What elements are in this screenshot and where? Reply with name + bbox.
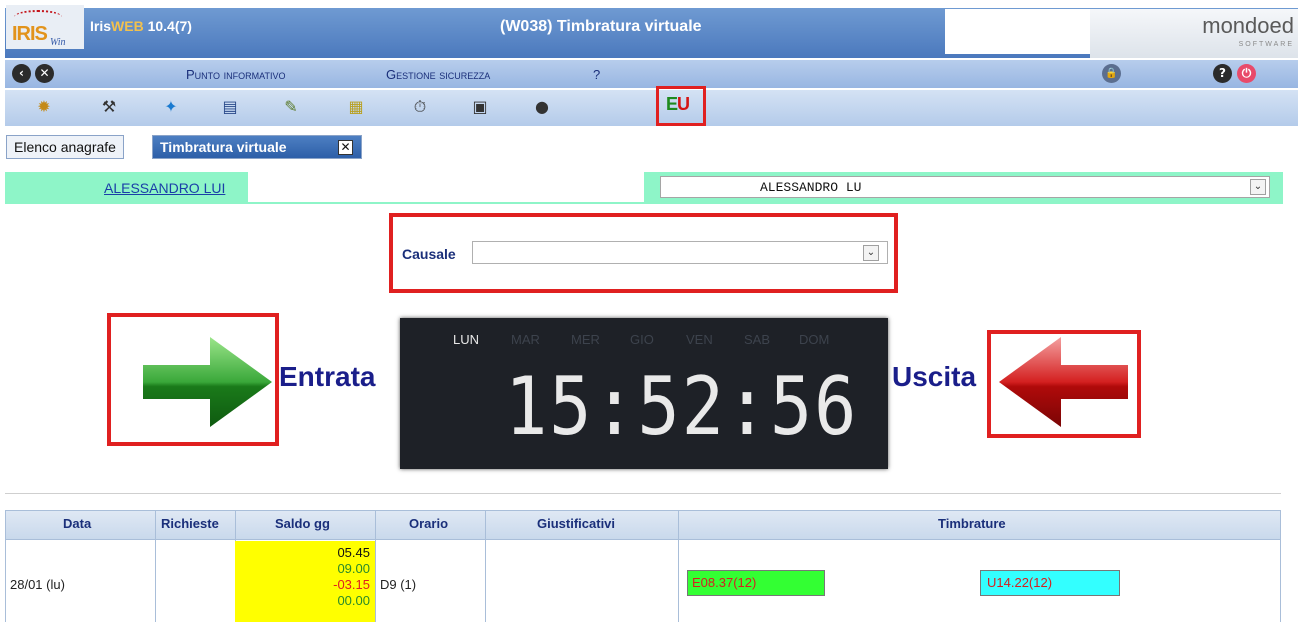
column-header-timbrature[interactable]: Timbrature: [938, 516, 1006, 531]
power-icon[interactable]: ⏻: [1237, 64, 1256, 83]
causale-select[interactable]: [472, 241, 888, 264]
menu-gestione-sicurezza[interactable]: Gestione sicurezza: [386, 67, 490, 82]
cell-data: 28/01 (lu): [10, 577, 65, 592]
menu-punto-informativo[interactable]: Punto informativo: [186, 67, 285, 82]
chevron-down-icon[interactable]: ⌄: [863, 245, 879, 261]
column-divider: [375, 510, 376, 622]
tab-close-icon[interactable]: ✕: [338, 140, 353, 155]
stopwatch-icon[interactable]: ⏱: [410, 97, 430, 117]
employee-name-link[interactable]: ALESSANDRO LUI: [104, 180, 225, 196]
person-icon[interactable]: ●: [532, 97, 552, 117]
chevron-down-icon[interactable]: ⌄: [1250, 179, 1266, 195]
app-version: 10.4(7): [147, 18, 192, 34]
close-circle-icon[interactable]: ✕: [35, 64, 54, 83]
tab-timbratura-virtuale[interactable]: Timbratura virtuale: [152, 135, 362, 159]
users-tools-icon[interactable]: ⚒: [99, 97, 119, 117]
app-name-web: WEB: [111, 18, 144, 34]
uscita-arrow-icon[interactable]: [996, 335, 1131, 430]
lock-icon[interactable]: 🔒: [1102, 64, 1121, 83]
clock-time: 15:52:56: [505, 360, 859, 453]
iris-logo-arc: [14, 10, 62, 24]
entrata-arrow-icon[interactable]: [140, 335, 275, 430]
iris-logo-subtext: Win: [50, 37, 66, 48]
document-check-icon[interactable]: ✎: [281, 97, 301, 117]
saldo-value: 05.45: [337, 545, 370, 560]
running-person-icon[interactable]: ✦: [161, 97, 181, 117]
window-title: (W038) Timbratura virtuale: [500, 18, 702, 35]
column-divider: [1280, 510, 1281, 622]
saldo-value: -03.15: [333, 577, 370, 592]
app-name-prefix: Iris: [90, 18, 112, 34]
employee-select-value: ALESSANDRO LU: [760, 180, 862, 195]
clock-day-sab: SAB: [744, 332, 771, 347]
mondoedp-logo: mondoed SOFTWARE: [1090, 9, 1298, 58]
menu-help[interactable]: ?: [593, 67, 600, 82]
toolbar: [5, 90, 1298, 126]
timbratura-uscita[interactable]: U14.22(12): [980, 570, 1120, 596]
column-divider: [485, 510, 486, 622]
iris-logo: IRIS Win: [6, 5, 84, 49]
causale-label: Causale: [402, 246, 456, 262]
clock-day-lun: LUN: [453, 332, 480, 347]
tab-elenco-anagrafe[interactable]: Elenco anagrafe: [6, 135, 124, 159]
column-header-saldo[interactable]: Saldo gg: [275, 516, 330, 531]
title-blank-area: [945, 9, 1090, 54]
card-reader-icon[interactable]: ▤: [220, 97, 240, 117]
calculator-icon[interactable]: ▣: [470, 97, 490, 117]
divider: [5, 493, 1281, 494]
calendar-hand-icon[interactable]: ▦: [346, 97, 366, 117]
clock-day-mar: MAR: [511, 332, 540, 347]
clock-day-ven: VEN: [686, 332, 713, 347]
column-header-giustificativi[interactable]: Giustificativi: [537, 516, 615, 531]
gear-cluster-icon[interactable]: ✹: [34, 97, 54, 117]
employee-blank-area: [248, 172, 644, 202]
clock-day-mer: MER: [571, 332, 600, 347]
column-divider: [155, 510, 156, 622]
mondoedp-logo-subtext: SOFTWARE: [1238, 41, 1294, 48]
eu-button[interactable]: EU: [666, 94, 690, 115]
eu-label-e: E: [666, 94, 678, 114]
column-divider: [678, 510, 679, 622]
employee-select[interactable]: [660, 176, 1270, 198]
column-header-orario[interactable]: Orario: [409, 516, 448, 531]
column-header-data[interactable]: Data: [63, 516, 91, 531]
column-header-richieste[interactable]: Richieste: [161, 516, 219, 531]
app-name: IrisWEB 10.4(7): [90, 18, 192, 34]
clock-day-gio: GIO: [630, 332, 654, 347]
mondoedp-logo-text: mondoed: [1202, 13, 1294, 38]
eu-label-u: U: [677, 94, 690, 114]
help-icon[interactable]: ?: [1213, 64, 1232, 83]
iris-logo-text: IRIS: [12, 23, 48, 45]
clock-day-dom: DOM: [799, 332, 830, 347]
saldo-value: 09.00: [337, 561, 370, 576]
cell-orario: D9 (1): [380, 577, 417, 592]
tab-timbratura-label: Timbratura virtuale: [160, 139, 287, 155]
entrata-button[interactable]: Entrata: [279, 361, 375, 393]
uscita-button[interactable]: Uscita: [892, 361, 976, 393]
saldo-value: 00.00: [337, 593, 370, 608]
timbratura-entrata[interactable]: E08.37(12): [687, 570, 825, 596]
back-icon[interactable]: ‹: [12, 64, 31, 83]
